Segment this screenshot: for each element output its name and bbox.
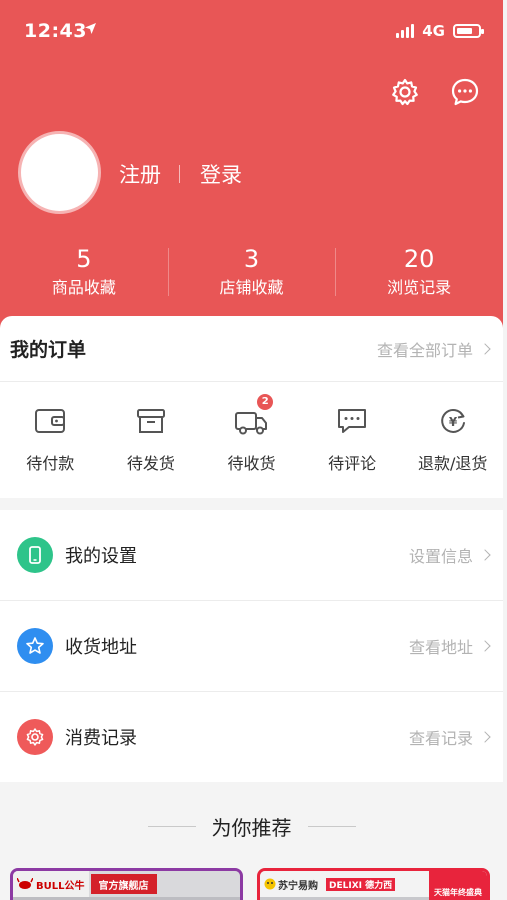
menu-icon-bg bbox=[17, 537, 53, 573]
status-time: 12:43 bbox=[24, 20, 87, 42]
order-status-label: 待评论 bbox=[328, 454, 377, 473]
orders-card: 我的订单 查看全部订单 待付款 待发货 2 待收货 待评论 ¥ 退款/退货 bbox=[0, 316, 503, 498]
menu-label: 我的设置 bbox=[65, 546, 137, 567]
login-link[interactable]: 登录 bbox=[200, 159, 242, 189]
order-pending-review[interactable]: 待评论 bbox=[302, 406, 403, 474]
stats-row: 5 商品收藏 3 店铺收藏 20 浏览记录 bbox=[0, 242, 503, 304]
gear-icon bbox=[26, 728, 44, 746]
order-count-badge: 2 bbox=[257, 394, 274, 410]
chevron-right-icon bbox=[479, 731, 491, 743]
orders-header: 我的订单 查看全部订单 bbox=[0, 316, 503, 382]
order-refund-return[interactable]: ¥ 退款/退货 bbox=[402, 406, 503, 474]
brand-name: BULL公牛 bbox=[36, 880, 85, 892]
truck-icon bbox=[235, 412, 268, 435]
message-icon[interactable] bbox=[449, 76, 481, 108]
refund-icon: ¥ bbox=[440, 409, 465, 433]
stat-value: 5 bbox=[76, 245, 92, 273]
network-type: 4G bbox=[422, 22, 445, 40]
settings-gear-icon[interactable] bbox=[389, 76, 421, 108]
store-tag: DELIXI 德力西 bbox=[326, 877, 396, 891]
recommend-section: 为你推荐 bbox=[0, 790, 503, 841]
auth-links: 注册 登录 bbox=[119, 159, 242, 189]
wallet-icon bbox=[35, 409, 66, 433]
box-icon bbox=[136, 409, 165, 433]
promo-tag: 天猫年终盛典 bbox=[429, 871, 487, 900]
avatar[interactable] bbox=[18, 131, 101, 214]
recommend-heading: 为你推荐 bbox=[0, 812, 503, 841]
chevron-right-icon bbox=[479, 549, 491, 561]
divider-line bbox=[307, 826, 356, 827]
menu-link[interactable]: 查看地址 bbox=[408, 634, 491, 658]
divider-line bbox=[147, 826, 196, 827]
menu-link-label: 设置信息 bbox=[408, 547, 473, 566]
status-bar: 12:43 4G bbox=[0, 0, 503, 64]
product-banner: BULL公牛 官方旗舰店 bbox=[13, 871, 240, 897]
menu-link-label: 查看地址 bbox=[408, 638, 473, 657]
register-link[interactable]: 注册 bbox=[119, 159, 161, 189]
suning-logo-icon bbox=[264, 878, 276, 890]
menu-label: 收货地址 bbox=[65, 637, 137, 658]
product-card[interactable]: BULL公牛 官方旗舰店 bbox=[10, 868, 243, 900]
comment-icon bbox=[338, 409, 367, 433]
stat-store-favorites[interactable]: 3 店铺收藏 bbox=[167, 242, 336, 304]
stat-label: 浏览记录 bbox=[387, 278, 452, 297]
battery-icon bbox=[453, 24, 484, 38]
stat-value: 3 bbox=[243, 245, 260, 273]
menu-item-shipping-address[interactable]: 收货地址 查看地址 bbox=[0, 601, 503, 692]
chevron-right-icon bbox=[479, 640, 491, 652]
stat-label: 商品收藏 bbox=[51, 278, 116, 297]
chevron-right-icon bbox=[479, 342, 491, 355]
location-arrow-icon bbox=[85, 23, 96, 34]
menu-label: 消费记录 bbox=[65, 728, 137, 749]
store-tag: 官方旗舰店 bbox=[90, 874, 157, 894]
stat-value: 20 bbox=[403, 245, 435, 273]
settings-menu: 我的设置 设置信息 收货地址 查看地址 消费记录 查看记录 bbox=[0, 510, 503, 782]
menu-link[interactable]: 设置信息 bbox=[408, 543, 491, 567]
svg-text:¥: ¥ bbox=[448, 415, 457, 429]
view-all-orders-label: 查看全部订单 bbox=[376, 340, 473, 360]
menu-item-my-settings[interactable]: 我的设置 设置信息 bbox=[0, 510, 503, 601]
order-status-label: 待付款 bbox=[26, 454, 75, 473]
order-status-label: 退款/退货 bbox=[417, 454, 488, 473]
orders-title: 我的订单 bbox=[10, 339, 87, 361]
stat-product-favorites[interactable]: 5 商品收藏 bbox=[0, 242, 168, 304]
brand-logo: 苏宁易购 bbox=[260, 877, 322, 892]
product-card[interactable]: 苏宁易购 DELIXI 德力西 天猫年终盛典 bbox=[257, 868, 490, 900]
order-pending-payment[interactable]: 待付款 bbox=[0, 406, 101, 474]
stat-label: 店铺收藏 bbox=[219, 278, 284, 297]
brand-logo: BULL公牛 bbox=[13, 871, 89, 897]
order-status-row: 待付款 待发货 2 待收货 待评论 ¥ 退款/退货 bbox=[0, 382, 503, 474]
signal-icon bbox=[396, 24, 415, 38]
order-status-label: 待发货 bbox=[126, 454, 175, 473]
star-icon bbox=[26, 637, 44, 654]
view-all-orders-link[interactable]: 查看全部订单 bbox=[376, 337, 491, 361]
phone-icon bbox=[29, 546, 41, 564]
brand-name: 苏宁易购 bbox=[278, 880, 318, 892]
recommend-title: 为你推荐 bbox=[211, 816, 292, 840]
menu-item-purchase-history[interactable]: 消费记录 查看记录 bbox=[0, 692, 503, 782]
menu-icon-bg bbox=[17, 719, 53, 755]
auth-divider bbox=[179, 165, 180, 183]
profile-header: 12:43 4G 注册 登录 5 商品收藏 3 店铺收藏 20 浏览记录 bbox=[0, 0, 503, 340]
menu-link-label: 查看记录 bbox=[408, 729, 473, 748]
order-pending-receipt[interactable]: 2 待收货 bbox=[201, 394, 302, 474]
menu-icon-bg bbox=[17, 628, 53, 664]
order-status-label: 待收货 bbox=[227, 454, 276, 473]
menu-link[interactable]: 查看记录 bbox=[408, 725, 491, 749]
stat-browse-history[interactable]: 20 浏览记录 bbox=[335, 242, 503, 304]
order-pending-shipment[interactable]: 待发货 bbox=[101, 406, 202, 474]
product-banner: 苏宁易购 DELIXI 德力西 天猫年终盛典 bbox=[260, 871, 487, 900]
bull-logo-icon bbox=[17, 878, 33, 889]
